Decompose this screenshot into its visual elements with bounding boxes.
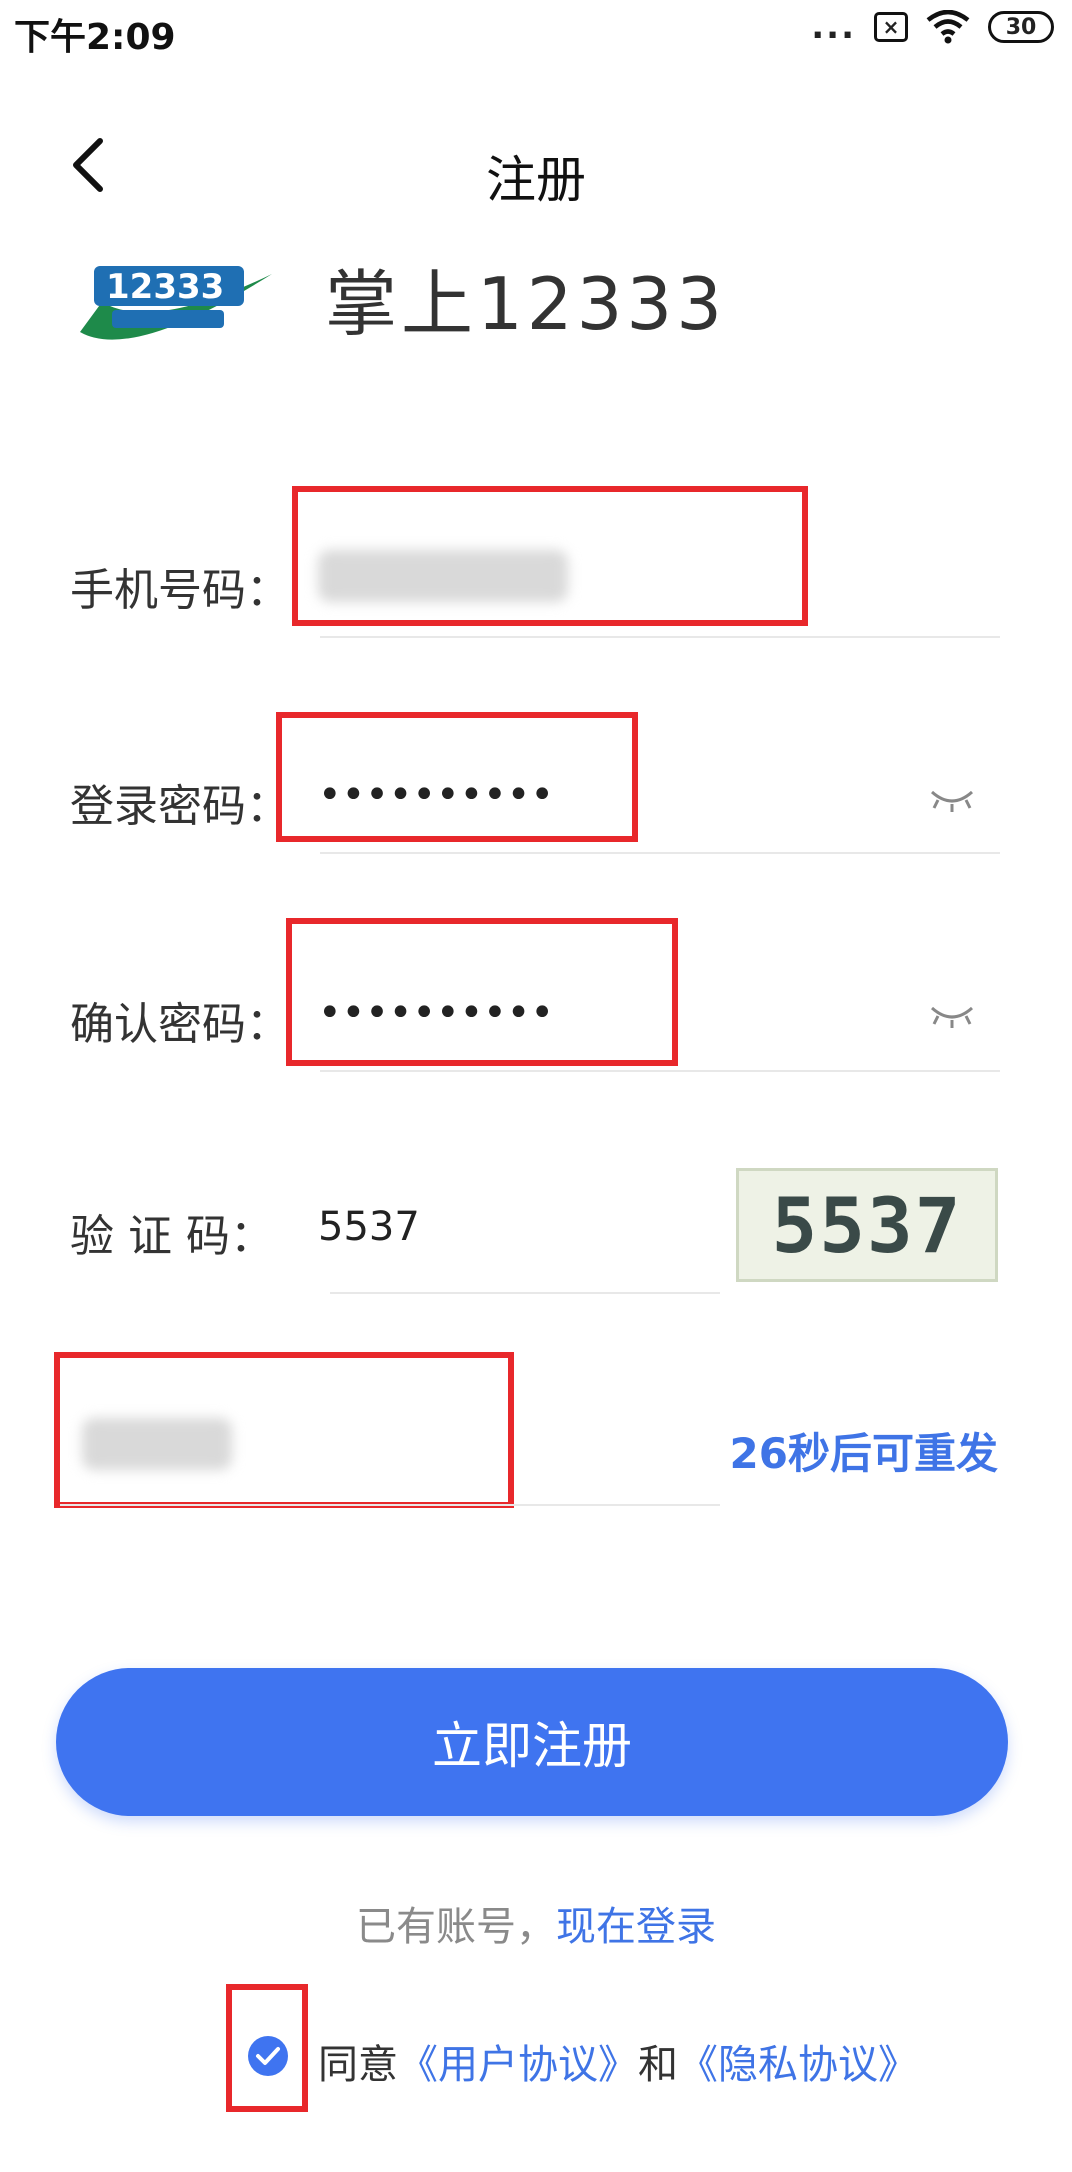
captcha-image[interactable]: 5537 — [736, 1168, 998, 1282]
svg-text:12333: 12333 — [106, 267, 224, 307]
battery-icon: 30 — [988, 11, 1054, 43]
status-time: 下午2:09 — [14, 17, 176, 58]
agree-and: 和 — [638, 2042, 678, 2088]
login-link[interactable]: 现在登录 — [556, 1904, 716, 1950]
login-prompt: 已有账号，现在登录 — [0, 1894, 1072, 1952]
app-logo: 12333 — [80, 266, 272, 340]
captcha-label: 验 证 码： — [70, 1211, 274, 1262]
resend-countdown: 26秒后可重发 — [729, 1429, 998, 1478]
confirm-label: 确认密码： — [70, 999, 290, 1050]
phone-input-box[interactable] — [292, 486, 808, 626]
check-circle-icon[interactable] — [246, 2034, 290, 2078]
captcha-underline — [330, 1292, 720, 1294]
sim-off-icon: × — [874, 12, 908, 42]
sms-underline — [60, 1504, 720, 1506]
wifi-icon — [926, 10, 970, 44]
agree-prefix: 同意 — [318, 2042, 398, 2088]
confirm-input-box[interactable] — [286, 918, 678, 1066]
more-dots-icon: ... — [811, 7, 856, 47]
agreement-text: 同意《用户协议》和《隐私协议》 — [318, 2032, 918, 2090]
page-title: 注册 — [486, 151, 586, 209]
captcha-value[interactable]: 5537 — [318, 1204, 420, 1250]
eye-closed-icon[interactable] — [928, 784, 976, 814]
login-prefix: 已有账号， — [356, 1904, 556, 1950]
confirm-underline — [320, 1070, 1000, 1072]
password-underline — [320, 852, 1000, 854]
password-input-box[interactable] — [276, 712, 638, 842]
eye-closed-icon[interactable] — [928, 1000, 976, 1030]
phone-underline — [320, 636, 1000, 638]
password-label: 登录密码： — [70, 781, 290, 832]
status-icons: ... × 30 — [811, 10, 1054, 44]
user-agreement-link[interactable]: 《用户协议》 — [398, 2042, 638, 2088]
app-name: 掌上12333 — [325, 262, 727, 346]
register-button[interactable]: 立即注册 — [56, 1668, 1008, 1816]
phone-label: 手机号码： — [70, 565, 290, 616]
sms-code-input-box[interactable] — [54, 1352, 514, 1508]
privacy-agreement-link[interactable]: 《隐私协议》 — [678, 2042, 918, 2088]
